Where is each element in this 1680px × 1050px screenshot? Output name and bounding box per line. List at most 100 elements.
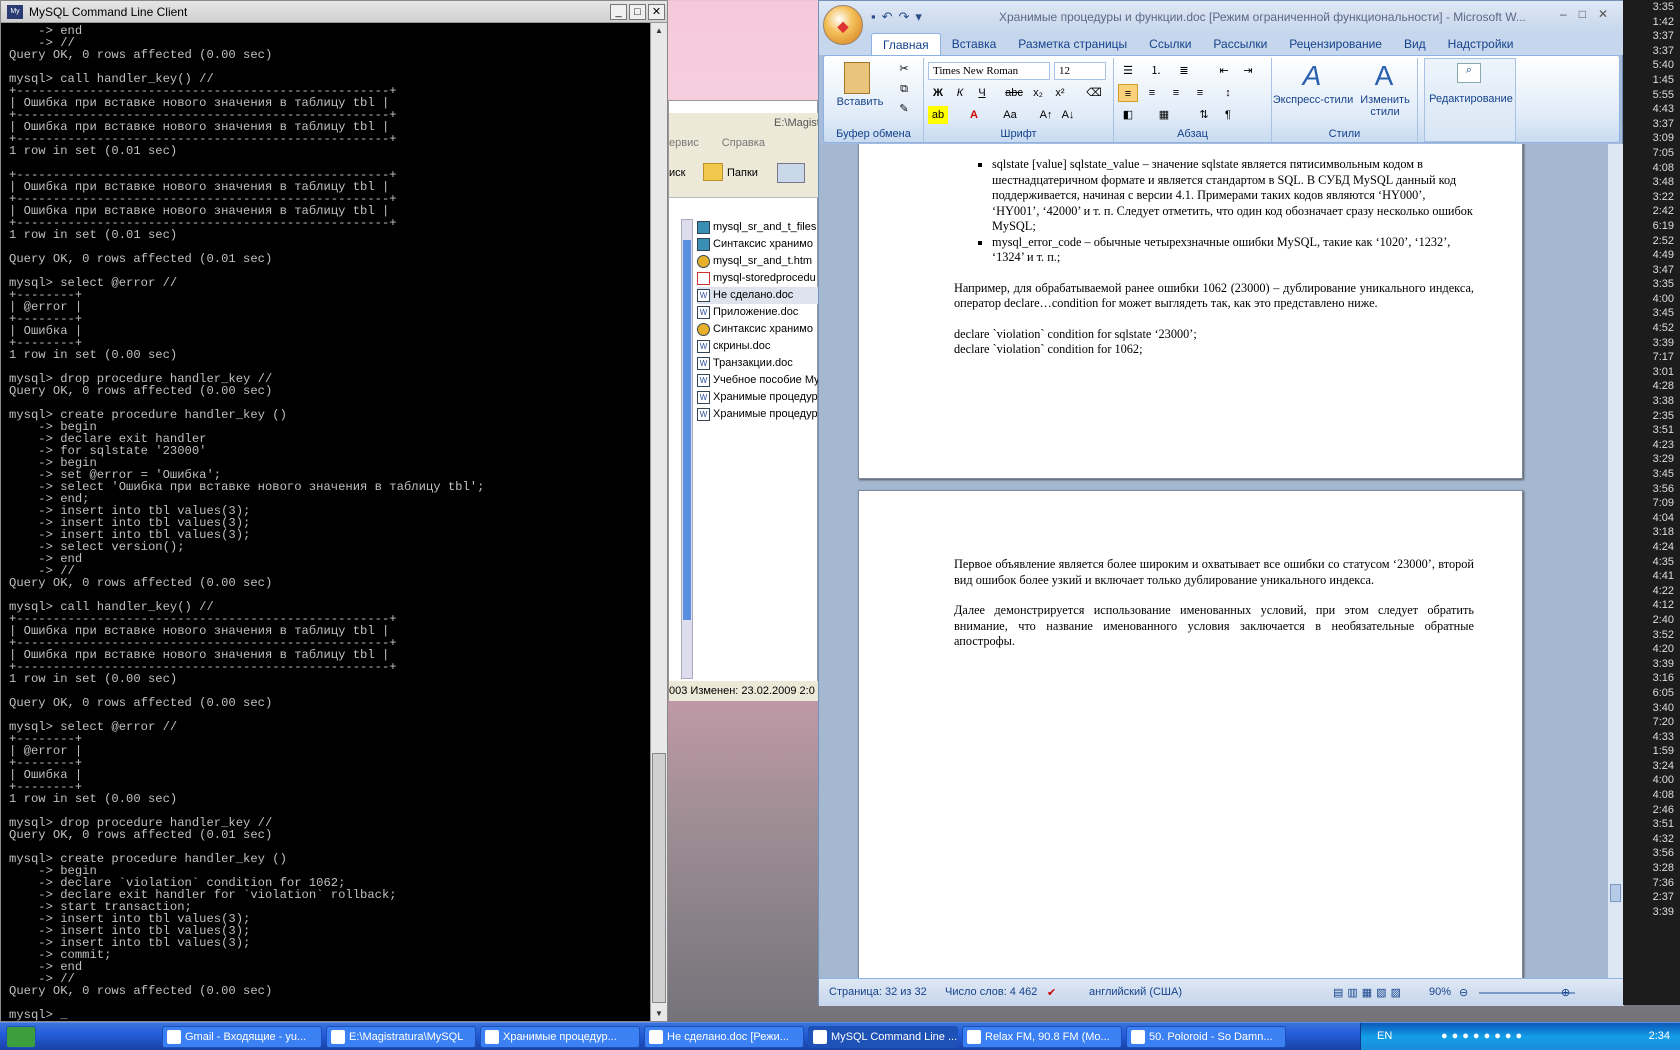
view-buttons[interactable]: ▤▥▦▧▨ xyxy=(1333,986,1405,999)
align-left-icon[interactable]: ≡ xyxy=(1118,84,1138,102)
copy-icon[interactable]: ⧉ xyxy=(894,80,914,98)
decrease-indent-icon[interactable]: ⇤ xyxy=(1214,62,1234,80)
folders-button[interactable]: Папки xyxy=(727,167,758,179)
tab-view[interactable]: Вид xyxy=(1393,33,1437,55)
editing-group[interactable]: ⌕ Редактирование xyxy=(1424,58,1516,142)
zoom-level[interactable]: 90% xyxy=(1429,986,1451,998)
console-titlebar[interactable]: My MySQL Command Line Client _ □ ✕ xyxy=(1,1,667,23)
file-item[interactable]: W Приложение.doc xyxy=(697,304,819,321)
page-count[interactable]: Страница: 32 из 32 xyxy=(829,986,927,998)
zoom-out-icon[interactable]: ⊖ xyxy=(1459,986,1468,999)
taskbar-task[interactable]: Не сделано.doc [Режи... xyxy=(644,1026,804,1048)
window-controls[interactable]: –□✕ xyxy=(1560,7,1620,21)
scroll-up-icon[interactable]: ▲ xyxy=(652,23,666,38)
document-page[interactable]: Первое объявление является более широким… xyxy=(858,490,1523,978)
quick-access-toolbar[interactable]: ▪↶↷▾ xyxy=(871,9,928,25)
tab-mailings[interactable]: Рассылки xyxy=(1202,33,1278,55)
taskbar-task[interactable]: E:\Magistratura\MySQL xyxy=(326,1026,476,1048)
scroll-down-icon[interactable]: ▼ xyxy=(652,1006,666,1021)
tab-addins[interactable]: Надстройки xyxy=(1437,33,1525,55)
numbering-icon[interactable]: ⒈ xyxy=(1146,62,1166,80)
underline-button[interactable]: Ч xyxy=(972,84,992,102)
document-page[interactable]: sqlstate [value] sqlstate_value – значен… xyxy=(858,144,1523,479)
italic-button[interactable]: К xyxy=(950,84,970,102)
tab-home[interactable]: Главная xyxy=(871,33,941,55)
taskbar-task[interactable]: Gmail - Входящие - yu... xyxy=(162,1026,322,1048)
page-text[interactable]: sqlstate [value] sqlstate_value – значен… xyxy=(954,157,1474,358)
clock[interactable]: 2:34 xyxy=(1649,1030,1670,1042)
format-painter-icon[interactable]: ✎ xyxy=(894,100,914,118)
file-item[interactable]: mysql-storedprocedu xyxy=(697,270,819,287)
grow-font-icon[interactable]: A↑ xyxy=(1036,106,1056,124)
proofing-icon[interactable]: ✔ xyxy=(1047,986,1056,999)
word-window[interactable]: ▪↶↷▾ Хранимые процедуры и функции.doc [Р… xyxy=(818,0,1624,1006)
change-styles-button[interactable]: Изменить стили xyxy=(1356,94,1414,118)
file-item[interactable]: Wскрины.doc xyxy=(697,338,819,355)
tab-review[interactable]: Рецензирование xyxy=(1278,33,1393,55)
taskbar-task[interactable]: Relax FM, 90.8 FM (Mo... xyxy=(962,1026,1122,1048)
superscript-button[interactable]: x² xyxy=(1050,84,1070,102)
mysql-console-window[interactable]: My MySQL Command Line Client _ □ ✕ -> en… xyxy=(0,0,668,1022)
language[interactable]: английский (США) xyxy=(1089,986,1182,998)
subscript-button[interactable]: x₂ xyxy=(1028,84,1048,102)
views-icon[interactable] xyxy=(777,163,805,183)
close-button[interactable]: ✕ xyxy=(648,3,665,20)
file-item[interactable]: mysql_sr_and_t.htm xyxy=(697,253,819,270)
express-styles-button[interactable]: Экспресс-стили xyxy=(1272,94,1354,106)
align-center-icon[interactable]: ≡ xyxy=(1142,84,1162,102)
word-titlebar[interactable]: ▪↶↷▾ Хранимые процедуры и функции.doc [Р… xyxy=(819,1,1624,33)
change-case-icon[interactable]: Aa xyxy=(1000,106,1020,124)
scroll-thumb[interactable] xyxy=(1610,884,1621,902)
bold-button[interactable]: Ж xyxy=(928,84,948,102)
taskbar-task[interactable]: 50. Poloroid - So Damn... xyxy=(1126,1026,1286,1048)
office-button[interactable]: ◆ xyxy=(823,5,863,45)
tree-scrollbar[interactable] xyxy=(681,219,693,679)
tab-insert[interactable]: Вставка xyxy=(941,33,1008,55)
file-item[interactable]: W Транзакции.doc xyxy=(697,355,819,372)
page-text[interactable]: Первое объявление является более широким… xyxy=(954,557,1474,665)
paste-button[interactable]: Вставить xyxy=(830,96,890,108)
document-canvas[interactable]: sqlstate [value] sqlstate_value – значен… xyxy=(819,144,1607,978)
file-item[interactable]: W Учебное пособие My xyxy=(697,372,819,389)
bullets-icon[interactable]: ☰ xyxy=(1118,62,1138,80)
sort-icon[interactable]: ⇅ xyxy=(1194,106,1214,124)
cut-icon[interactable]: ✂ xyxy=(894,60,914,78)
justify-icon[interactable]: ≡ xyxy=(1190,84,1210,102)
file-item[interactable]: W Хранимые процедур xyxy=(697,406,819,423)
file-item[interactable]: W Хранимые процедур xyxy=(697,389,819,406)
zoom-in-icon[interactable]: ⊕ xyxy=(1561,986,1570,999)
document-scrollbar[interactable] xyxy=(1607,144,1623,978)
menu-service[interactable]: ервис xyxy=(669,137,699,149)
increase-indent-icon[interactable]: ⇥ xyxy=(1238,62,1258,80)
strikethrough-button[interactable]: abc xyxy=(1004,84,1024,102)
shrink-font-icon[interactable]: A↓ xyxy=(1058,106,1078,124)
multilevel-list-icon[interactable]: ≣ xyxy=(1174,62,1194,80)
taskbar-task[interactable]: MySQL Command Line ... xyxy=(808,1026,958,1048)
borders-icon[interactable]: ▦ xyxy=(1154,106,1174,124)
tab-references[interactable]: Ссылки xyxy=(1138,33,1202,55)
menu-help[interactable]: Справка xyxy=(722,137,765,149)
taskbar-task[interactable]: Хранимые процедур... xyxy=(480,1026,640,1048)
align-right-icon[interactable]: ≡ xyxy=(1166,84,1186,102)
font-color-icon[interactable]: A xyxy=(964,106,984,124)
highlight-icon[interactable]: ab xyxy=(928,106,948,124)
clear-format-icon[interactable]: ⌫ xyxy=(1084,84,1104,102)
editing-button[interactable]: Редактирование xyxy=(1425,93,1517,105)
word-count[interactable]: Число слов: 4 462 xyxy=(945,986,1037,998)
font-name-combo[interactable]: Times New Roman xyxy=(928,62,1050,80)
file-item[interactable]: mysql_sr_and_t_files xyxy=(697,219,819,236)
file-item[interactable]: W Не сделано.doc xyxy=(697,287,819,304)
minimize-button[interactable]: _ xyxy=(610,3,627,20)
search-button[interactable]: иск xyxy=(669,167,685,179)
file-item[interactable]: Синтаксис хранимо xyxy=(697,321,819,338)
start-button[interactable] xyxy=(6,1026,36,1048)
scroll-thumb[interactable] xyxy=(652,753,666,1003)
tray-icons[interactable]: ●●●●●●●● xyxy=(1441,1030,1526,1042)
maximize-button[interactable]: □ xyxy=(629,3,646,20)
line-spacing-icon[interactable]: ↕ xyxy=(1218,84,1238,102)
terminal-output[interactable]: -> end -> // Query OK, 0 rows affected (… xyxy=(1,23,651,1021)
shading-icon[interactable]: ◧ xyxy=(1118,106,1138,124)
console-scrollbar[interactable]: ▲ ▼ xyxy=(650,23,667,1021)
font-size-combo[interactable]: 12 xyxy=(1054,62,1106,80)
file-item[interactable]: Синтаксис хранимо xyxy=(697,236,819,253)
